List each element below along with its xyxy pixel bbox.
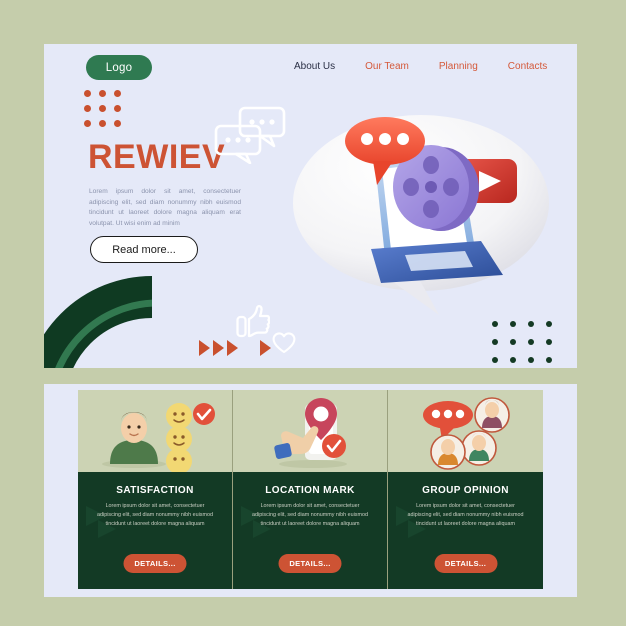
play-triangles-decoration	[199, 340, 271, 356]
details-button-location-mark[interactable]: DETAILS...	[278, 554, 342, 573]
card-location-mark[interactable]: LOCATION MARK Lorem ipsum dolor sit amet…	[233, 390, 388, 589]
chat-bubbles-outline-icon	[214, 106, 286, 164]
card-body-group-opinion: GROUP OPINION Lorem ipsum dolor sit amet…	[388, 472, 543, 589]
nav-item-contacts[interactable]: Contacts	[508, 61, 547, 72]
hero-panel: Logo About Us Our Team Planning Contacts…	[44, 44, 577, 368]
card-image-location-mark	[233, 390, 387, 472]
card-title: SATISFACTION	[116, 485, 194, 496]
card-text: Lorem ipsum dolor sit amet, consectetuer…	[97, 503, 213, 527]
card-body-satisfaction: SATISFACTION Lorem ipsum dolor sit amet,…	[78, 472, 232, 589]
card-title: LOCATION MARK	[265, 485, 355, 496]
main-navigation: About Us Our Team Planning Contacts	[294, 61, 569, 72]
person-smiley-rating-icon	[102, 403, 215, 472]
page-title: REWIEV	[88, 138, 226, 176]
card-image-satisfaction	[78, 390, 232, 472]
nav-item-about-us[interactable]: About Us	[294, 61, 335, 72]
triangle-icon	[199, 340, 210, 356]
group-avatars-chat-icon	[423, 397, 510, 470]
hero-description: Lorem ipsum dolor sit amet, consectetuer…	[89, 188, 241, 228]
card-group-opinion[interactable]: GROUP OPINION Lorem ipsum dolor sit amet…	[388, 390, 543, 589]
hand-phone-location-pin-icon	[274, 398, 347, 468]
card-title: GROUP OPINION	[422, 485, 509, 496]
thumbs-up-outline-icon	[236, 304, 270, 338]
heart-outline-icon	[272, 332, 296, 354]
cards-row: SATISFACTION Lorem ipsum dolor sit amet,…	[78, 390, 543, 589]
nav-item-our-team[interactable]: Our Team	[365, 61, 409, 72]
card-body-location-mark: LOCATION MARK Lorem ipsum dolor sit amet…	[233, 472, 387, 589]
card-image-group-opinion	[388, 390, 543, 472]
logo-button[interactable]: Logo	[86, 55, 152, 80]
details-button-satisfaction[interactable]: DETAILS...	[123, 554, 187, 573]
triangle-icon	[260, 340, 271, 356]
card-text: Lorem ipsum dolor sit amet, consectetuer…	[407, 503, 524, 527]
orange-dot-grid-icon	[84, 90, 122, 128]
read-more-button[interactable]: Read more...	[90, 236, 198, 263]
card-text: Lorem ipsum dolor sit amet, consectetuer…	[252, 503, 368, 527]
speech-bubble-laptop-video-illustration	[293, 115, 549, 315]
cards-panel: SATISFACTION Lorem ipsum dolor sit amet,…	[44, 384, 577, 597]
details-button-group-opinion[interactable]: DETAILS...	[434, 554, 497, 573]
card-satisfaction[interactable]: SATISFACTION Lorem ipsum dolor sit amet,…	[78, 390, 233, 589]
nav-item-planning[interactable]: Planning	[439, 61, 478, 72]
triangle-icon	[227, 340, 238, 356]
green-arc-decoration	[44, 276, 152, 368]
triangle-icon	[213, 340, 224, 356]
